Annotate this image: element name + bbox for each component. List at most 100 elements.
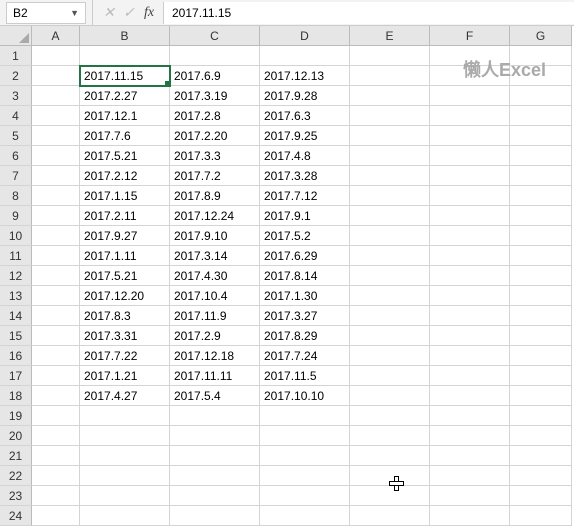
cell-C2[interactable]: 2017.6.9 [170,66,260,86]
formula-input[interactable] [163,2,574,24]
cell-B12[interactable]: 2017.5.21 [80,266,170,286]
cell-B9[interactable]: 2017.2.11 [80,206,170,226]
cell-G14[interactable] [510,306,572,326]
row-header-24[interactable]: 24 [0,506,32,526]
cell-A2[interactable] [32,66,80,86]
cell-A11[interactable] [32,246,80,266]
row-header-20[interactable]: 20 [0,426,32,446]
cell-D2[interactable]: 2017.12.13 [260,66,350,86]
cell-F9[interactable] [430,206,510,226]
cell-D6[interactable]: 2017.4.8 [260,146,350,166]
cell-D22[interactable] [260,466,350,486]
cell-B7[interactable]: 2017.2.12 [80,166,170,186]
cell-A4[interactable] [32,106,80,126]
cell-G20[interactable] [510,426,572,446]
row-header-21[interactable]: 21 [0,446,32,466]
cell-A23[interactable] [32,486,80,506]
select-all-button[interactable] [0,26,32,46]
cell-B5[interactable]: 2017.7.6 [80,126,170,146]
cell-B2[interactable]: 2017.11.15 [80,66,170,86]
cell-D17[interactable]: 2017.11.5 [260,366,350,386]
cell-F10[interactable] [430,226,510,246]
row-header-8[interactable]: 8 [0,186,32,206]
cell-D4[interactable]: 2017.6.3 [260,106,350,126]
cell-E2[interactable] [350,66,430,86]
cell-F14[interactable] [430,306,510,326]
cell-C24[interactable] [170,506,260,526]
cell-C20[interactable] [170,426,260,446]
cell-G9[interactable] [510,206,572,226]
cell-C18[interactable]: 2017.5.4 [170,386,260,406]
row-header-5[interactable]: 5 [0,126,32,146]
cell-D16[interactable]: 2017.7.24 [260,346,350,366]
cell-E24[interactable] [350,506,430,526]
cell-D18[interactable]: 2017.10.10 [260,386,350,406]
cell-A18[interactable] [32,386,80,406]
cell-C14[interactable]: 2017.11.9 [170,306,260,326]
row-header-2[interactable]: 2 [0,66,32,86]
cell-C1[interactable] [170,46,260,66]
cell-B21[interactable] [80,446,170,466]
row-header-12[interactable]: 12 [0,266,32,286]
cell-G22[interactable] [510,466,572,486]
cell-G17[interactable] [510,366,572,386]
cell-G23[interactable] [510,486,572,506]
row-header-23[interactable]: 23 [0,486,32,506]
cell-D8[interactable]: 2017.7.12 [260,186,350,206]
cell-A7[interactable] [32,166,80,186]
cell-E17[interactable] [350,366,430,386]
cell-A17[interactable] [32,366,80,386]
cell-F4[interactable] [430,106,510,126]
cell-A10[interactable] [32,226,80,246]
cell-B4[interactable]: 2017.12.1 [80,106,170,126]
cell-E8[interactable] [350,186,430,206]
cell-G15[interactable] [510,326,572,346]
cell-A14[interactable] [32,306,80,326]
cell-B15[interactable]: 2017.3.31 [80,326,170,346]
cell-E14[interactable] [350,306,430,326]
cell-G13[interactable] [510,286,572,306]
cell-C21[interactable] [170,446,260,466]
col-header-A[interactable]: A [32,26,80,46]
cell-D24[interactable] [260,506,350,526]
row-header-3[interactable]: 3 [0,86,32,106]
cell-B24[interactable] [80,506,170,526]
row-header-10[interactable]: 10 [0,226,32,246]
cell-C6[interactable]: 2017.3.3 [170,146,260,166]
cell-F3[interactable] [430,86,510,106]
col-header-C[interactable]: C [170,26,260,46]
cell-E9[interactable] [350,206,430,226]
cell-G11[interactable] [510,246,572,266]
chevron-down-icon[interactable]: ▼ [70,8,79,18]
cell-G19[interactable] [510,406,572,426]
cell-E15[interactable] [350,326,430,346]
cell-E4[interactable] [350,106,430,126]
row-header-4[interactable]: 4 [0,106,32,126]
cell-C4[interactable]: 2017.2.8 [170,106,260,126]
cell-F8[interactable] [430,186,510,206]
cell-E19[interactable] [350,406,430,426]
cell-B8[interactable]: 2017.1.15 [80,186,170,206]
cell-F20[interactable] [430,426,510,446]
cell-C23[interactable] [170,486,260,506]
cell-D5[interactable]: 2017.9.25 [260,126,350,146]
cell-B13[interactable]: 2017.12.20 [80,286,170,306]
cell-A16[interactable] [32,346,80,366]
cell-D23[interactable] [260,486,350,506]
cell-D13[interactable]: 2017.1.30 [260,286,350,306]
cell-F12[interactable] [430,266,510,286]
cell-A20[interactable] [32,426,80,446]
cell-D14[interactable]: 2017.3.27 [260,306,350,326]
cell-C13[interactable]: 2017.10.4 [170,286,260,306]
cell-E3[interactable] [350,86,430,106]
cell-E11[interactable] [350,246,430,266]
cell-G4[interactable] [510,106,572,126]
cell-D10[interactable]: 2017.5.2 [260,226,350,246]
cell-F17[interactable] [430,366,510,386]
row-header-11[interactable]: 11 [0,246,32,266]
cell-A24[interactable] [32,506,80,526]
col-header-D[interactable]: D [260,26,350,46]
cell-A8[interactable] [32,186,80,206]
cell-F13[interactable] [430,286,510,306]
cell-F19[interactable] [430,406,510,426]
